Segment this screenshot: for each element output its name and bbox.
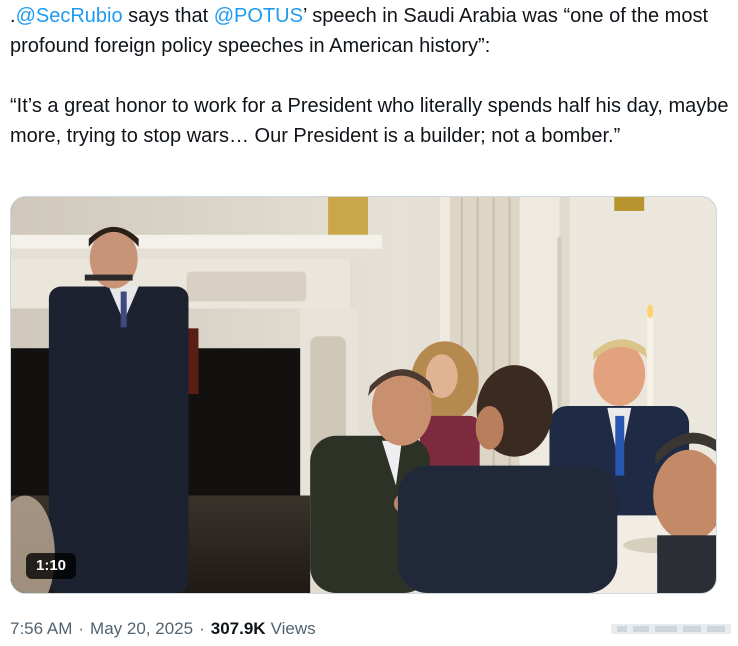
video-frame [11,197,716,593]
tweet-quote: “It’s a great honor to work for a Presid… [10,95,729,147]
meta-separator: · [199,619,205,638]
watermark-logo-icon [611,624,731,634]
timestamp-date[interactable]: May 20, 2025 [90,619,193,639]
tweet-meta: 7:56 AM · May 20, 2025 · 307.9K Views [10,619,316,639]
timestamp-time[interactable]: 7:56 AM [10,619,72,639]
views-count: 307.9K [210,619,266,638]
mention-potus-link[interactable]: @POTUS [214,5,303,27]
tweet-text: .@SecRubio says that @POTUS’ speech in S… [10,1,730,151]
video-player[interactable] [10,196,717,594]
tweet-text-part: says that [122,5,214,27]
views-label: Views [270,619,316,638]
video-duration-badge: 1:10 [26,553,77,579]
meta-separator: · [78,619,85,638]
tweet-paragraph-1: .@SecRubio says that @POTUS’ speech in S… [10,1,730,61]
mention-secrubio-link[interactable]: @SecRubio [16,5,123,27]
